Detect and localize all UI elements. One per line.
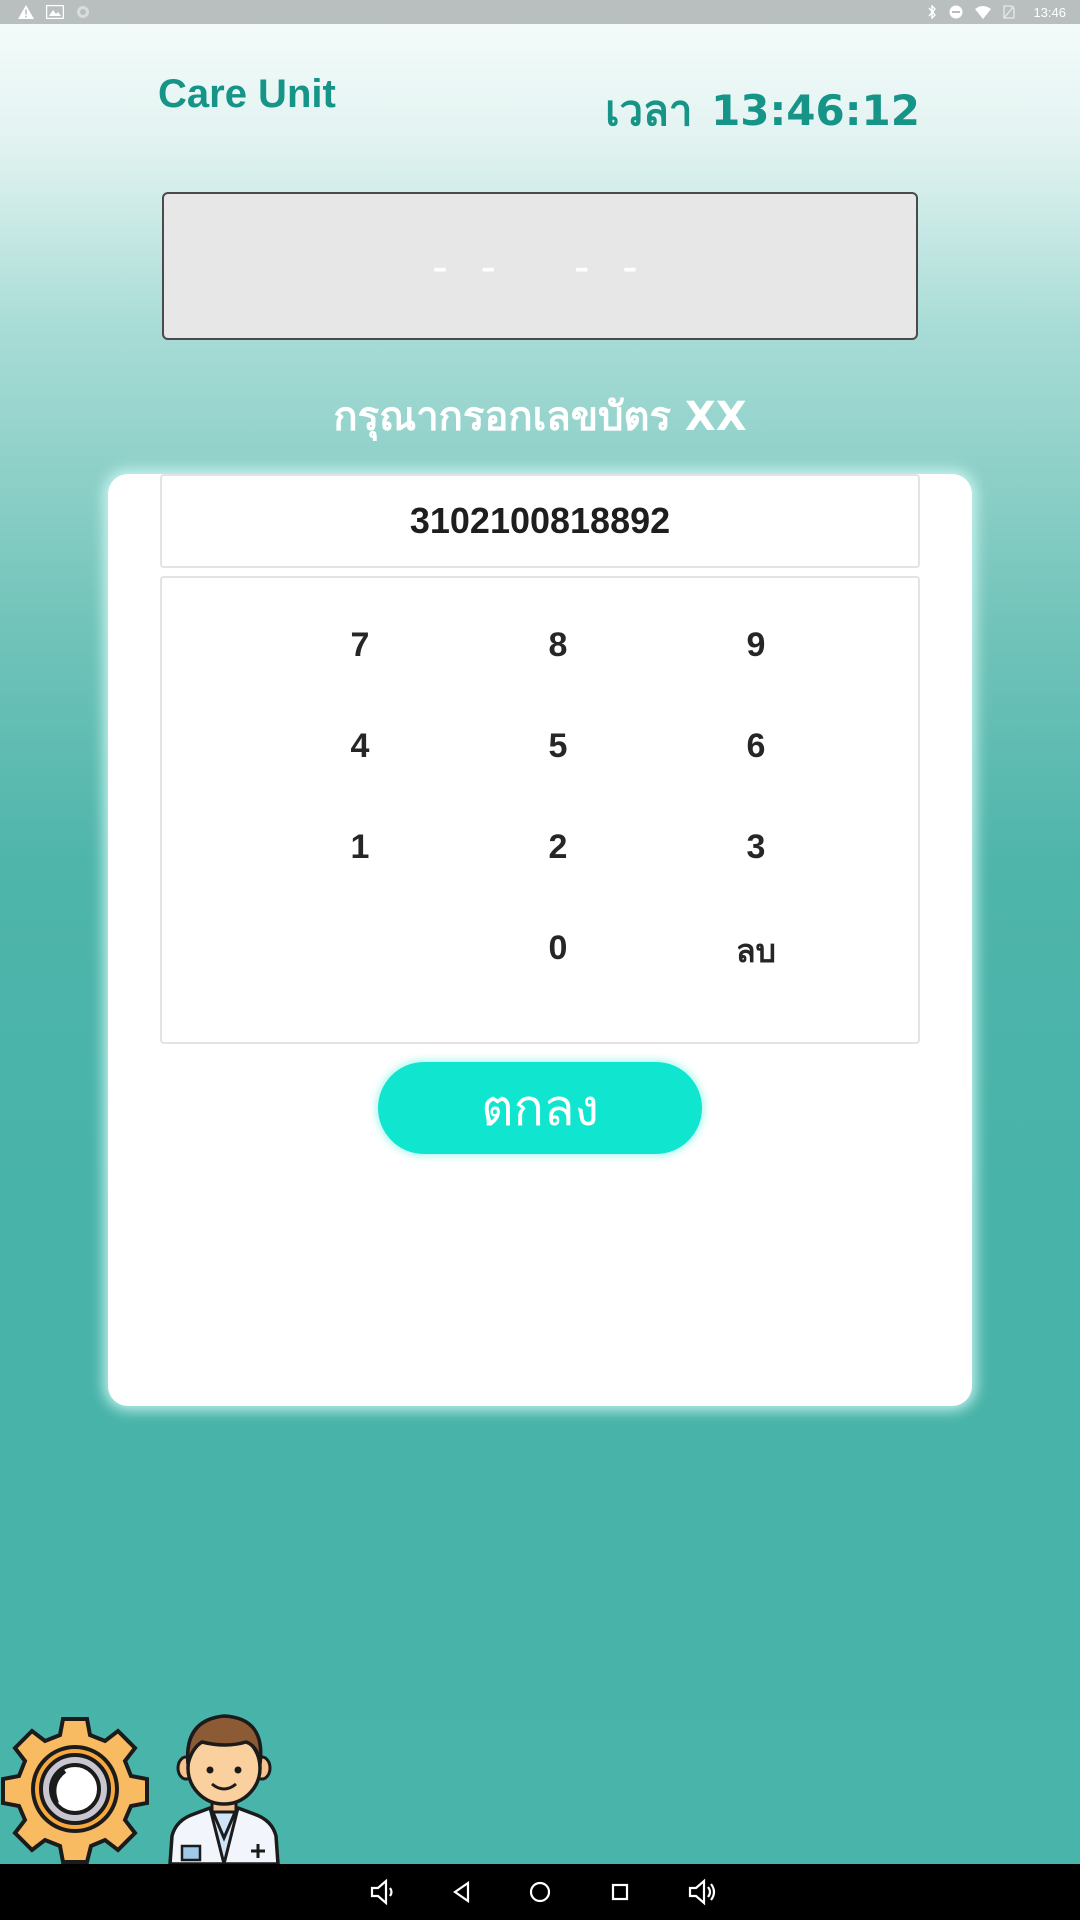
dnd-icon [949, 5, 963, 19]
key-7[interactable]: 7 [300, 610, 420, 680]
sync-icon [77, 6, 89, 18]
volume-up-icon[interactable] [686, 1876, 718, 1908]
key-9[interactable]: 9 [696, 610, 816, 680]
confirm-button[interactable]: ตกลง [378, 1062, 702, 1154]
doctor-icon[interactable] [162, 1712, 286, 1864]
instruction-text: กรุณากรอกเลขบัตร XX [333, 394, 747, 440]
queue-number-value: - - - - [432, 240, 648, 292]
status-bar-left [18, 5, 90, 19]
status-bar: 13:46 [0, 0, 1080, 24]
status-bar-right: 13:46 [927, 5, 1066, 20]
app-title: Care Unit [158, 72, 336, 116]
key-4[interactable]: 4 [300, 711, 420, 781]
recents-icon[interactable] [604, 1876, 636, 1908]
clock-label: เวลา [605, 86, 693, 135]
delete-key[interactable]: ลบ [696, 916, 816, 986]
wifi-icon [975, 5, 992, 19]
queue-number-display: - - - - [162, 192, 918, 340]
gallery-icon [46, 5, 64, 19]
home-icon[interactable] [524, 1876, 556, 1908]
clock: เวลา 13:46:12 [601, 78, 920, 144]
key-2[interactable]: 2 [498, 812, 618, 882]
id-number-field[interactable]: 3102100818892 [160, 474, 920, 568]
numeric-keypad: 7 8 9 4 5 6 1 2 3 0 ลบ [160, 576, 920, 1044]
key-3[interactable]: 3 [696, 812, 816, 882]
key-1[interactable]: 1 [300, 812, 420, 882]
volume-down-icon[interactable] [366, 1876, 398, 1908]
key-5[interactable]: 5 [498, 711, 618, 781]
key-8[interactable]: 8 [498, 610, 618, 680]
bluetooth-icon [928, 5, 937, 19]
key-6[interactable]: 6 [696, 711, 816, 781]
clock-time: 13:46:12 [711, 86, 920, 135]
back-icon[interactable] [446, 1876, 478, 1908]
key-0[interactable]: 0 [498, 913, 618, 983]
gear-icon[interactable] [0, 1714, 150, 1864]
navigation-bar [0, 1864, 1080, 1920]
no-sim-icon [1003, 5, 1016, 19]
input-card: 3102100818892 7 8 9 4 5 6 1 2 3 0 ลบ ตกล… [108, 474, 972, 1406]
warning-icon [18, 5, 34, 19]
status-bar-time: 13:46 [1033, 4, 1066, 20]
